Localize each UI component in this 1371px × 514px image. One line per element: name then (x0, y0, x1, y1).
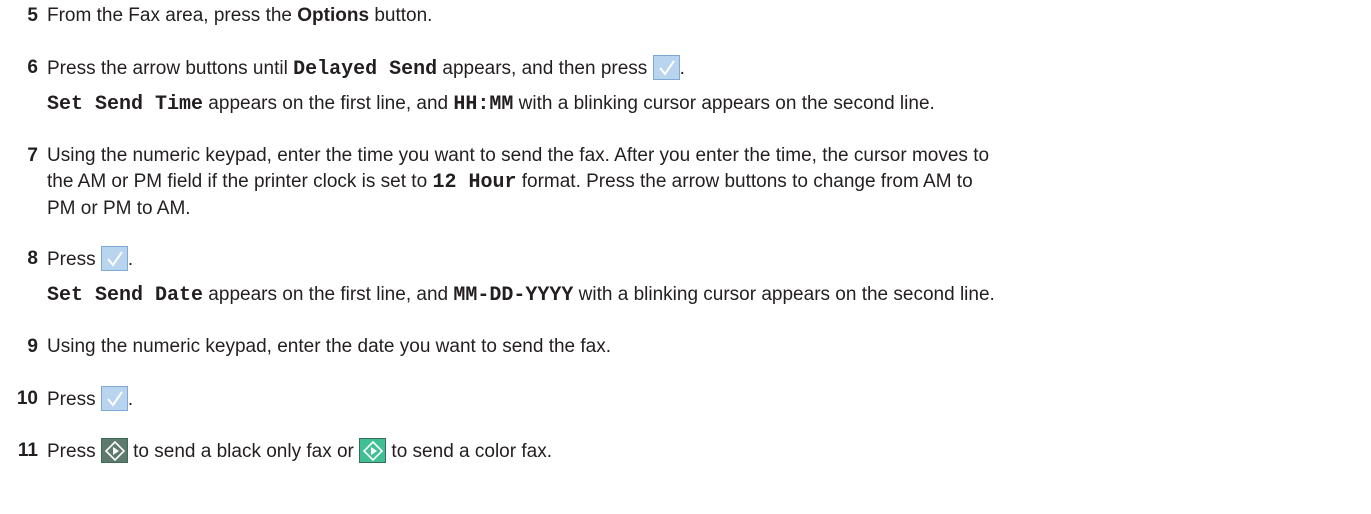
step-number: 7 (27, 145, 38, 166)
display-text-set-send-time: Set Send Time (47, 93, 204, 116)
step-number: 11 (17, 440, 38, 461)
step-text: Using the numeric keypad, enter the time… (47, 145, 990, 219)
options-label: Options (297, 5, 370, 26)
step-number: 6 (27, 57, 38, 78)
start-color-button-icon (359, 438, 387, 463)
step-text: Press . (47, 386, 1360, 413)
start-black-button-icon (100, 438, 128, 463)
checkmark-button-icon (652, 55, 680, 80)
step-text: Using the numeric keypad, enter the date… (47, 336, 612, 357)
display-text-date-format: MM-DD-YYYY (453, 284, 574, 307)
step-text: Press to send a black only fax or to sen… (47, 438, 1360, 465)
step-number: 5 (27, 5, 38, 26)
display-text-delayed-send: Delayed Send (293, 58, 438, 81)
step-note-text: Set Send Date appears on the first line,… (47, 284, 995, 307)
step-text: From the Fax area, press the Options but… (47, 5, 433, 26)
step-text: Press . (47, 246, 1360, 273)
step-number: 10 (16, 388, 38, 409)
step-number: 9 (27, 336, 38, 357)
checkmark-button-icon (100, 246, 128, 271)
display-text-time-format: HH:MM (453, 93, 514, 116)
step-note-text: Set Send Time appears on the first line,… (47, 93, 935, 116)
step-number: 8 (27, 248, 38, 269)
display-text-12-hour: 12 Hour (432, 171, 517, 194)
step-text: Press the arrow buttons until Delayed Se… (47, 55, 1360, 83)
display-text-set-send-date: Set Send Date (47, 284, 204, 307)
checkmark-button-icon (100, 386, 128, 411)
